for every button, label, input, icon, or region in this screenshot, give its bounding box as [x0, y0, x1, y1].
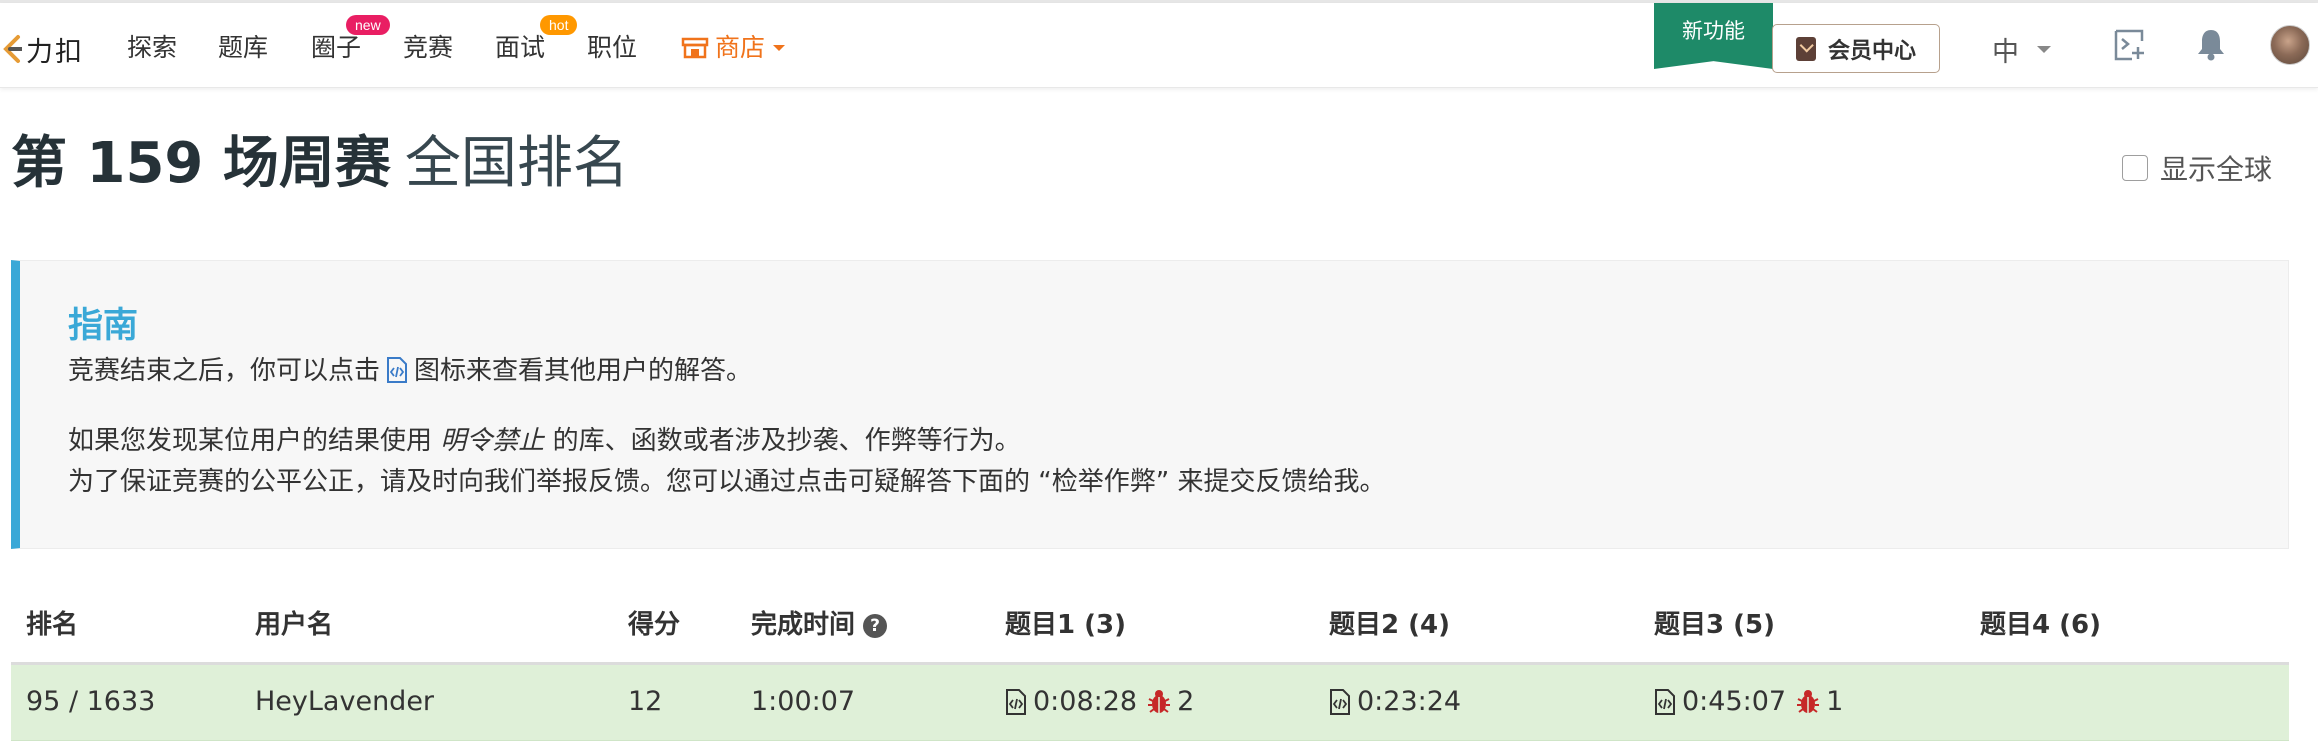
username-cell[interactable]: HeyLavender — [255, 683, 434, 721]
guide-line-1: 竞赛结束之后，你可以点击 图标来查看其他用户的解答。 — [68, 353, 752, 393]
page-title: 第 159 场周赛 全国排名 — [11, 128, 629, 200]
header-finish-time: 完成时间? — [751, 607, 888, 643]
q2-cell[interactable]: 0:23:24 — [1329, 683, 1461, 721]
chevron-down-icon — [2037, 46, 2051, 53]
guide-line-2: 如果您发现某位用户的结果使用 明令禁止 的库、函数或者涉及抄袭、作弊等行为。 — [68, 423, 1021, 459]
code-file-icon[interactable] — [1329, 689, 1351, 715]
q3-cell[interactable]: 0:45:07 1 — [1654, 683, 1843, 721]
score-cell: 12 — [628, 686, 663, 717]
nav-jobs[interactable]: 职位 — [587, 31, 637, 65]
guide-line-1-end: 图标来查看其他用户的解答。 — [414, 356, 753, 386]
guide-line-3: 为了保证竞赛的公平公正，请及时向我们举报反馈。您可以通过点击可疑解答下面的 “检… — [68, 467, 1386, 497]
chevron-down-icon — [773, 45, 786, 51]
store-label: 商店 — [715, 33, 766, 62]
checkbox-icon[interactable] — [2122, 155, 2148, 181]
new-badge: new — [346, 15, 390, 35]
crown-icon — [1795, 36, 1816, 61]
header-q3: 题目3 (5) — [1654, 610, 1775, 640]
guide-panel: 指南 竞赛结束之后，你可以点击 图标来查看其他用户的解答。 如果您发现某位用户的结… — [11, 260, 2289, 549]
header-finish-time-label: 完成时间 — [751, 610, 856, 640]
guide-line-2-end: 的库、函数或者涉及抄袭、作弊等行为。 — [552, 426, 1021, 456]
rank-cell: 95 / 1633 — [26, 686, 156, 717]
header-score: 得分 — [628, 610, 681, 640]
member-center-button[interactable]: 会员中心 — [1772, 24, 1940, 73]
guide-line-2-emphasis: 明令禁止 — [440, 426, 545, 456]
finish-time-cell: 1:00:07 — [751, 686, 856, 717]
q2-time: 0:23:24 — [1357, 686, 1462, 717]
nav-explore[interactable]: 探索 — [127, 31, 177, 65]
global-toggle-label: 显示全球 — [2160, 153, 2273, 186]
bug-icon — [1148, 690, 1171, 713]
code-file-icon[interactable] — [1005, 689, 1027, 715]
logo[interactable]: 力扣 — [0, 31, 84, 68]
header-username: 用户名 — [255, 610, 334, 640]
notifications-button[interactable] — [2196, 27, 2226, 65]
help-icon[interactable]: ? — [863, 614, 888, 638]
nav-contest[interactable]: 竞赛 — [403, 31, 453, 65]
nav-circle[interactable]: 圈子 — [311, 31, 361, 65]
store-icon — [681, 37, 709, 59]
q3-time: 0:45:07 — [1682, 686, 1787, 717]
logo-text: 力扣 — [26, 36, 84, 68]
nav-interview[interactable]: 面试 — [495, 31, 545, 65]
header-q2: 题目2 (4) — [1329, 610, 1450, 640]
language-select[interactable]: 中 — [1992, 30, 2051, 69]
hot-badge: hot — [540, 15, 578, 35]
new-feature-ribbon[interactable]: 新功能 — [1654, 3, 1773, 69]
nav-problems[interactable]: 题库 — [218, 31, 268, 65]
code-file-icon[interactable] — [1654, 689, 1676, 715]
navbar: 力扣 探索 题库 圈子 new 竞赛 面试 hot 职位 商店 新功能 会员中心… — [0, 3, 2318, 88]
header-rank: 排名 — [26, 610, 79, 640]
code-file-icon — [386, 357, 408, 393]
playground-icon — [2114, 29, 2144, 61]
nav-store[interactable]: 商店 — [681, 31, 786, 65]
leetcode-logo-icon — [3, 35, 22, 63]
q1-bug-count: 2 — [1177, 686, 1195, 717]
bug-icon — [1797, 690, 1820, 713]
ranking-scope: 全国排名 — [404, 131, 629, 196]
header-q1: 题目1 (3) — [1005, 610, 1126, 640]
contest-title: 第 159 场周赛 — [11, 131, 391, 196]
table-header: 排名 用户名 得分 完成时间? 题目1 (3) 题目2 (4) 题目3 (5) … — [11, 595, 2289, 665]
q1-cell[interactable]: 0:08:28 2 — [1005, 683, 1194, 721]
guide-heading: 指南 — [68, 306, 139, 346]
member-center-label: 会员中心 — [1827, 38, 1916, 64]
global-toggle[interactable]: 显示全球 — [2122, 148, 2272, 188]
guide-line-2-start: 如果您发现某位用户的结果使用 — [68, 426, 433, 456]
bell-icon — [2198, 30, 2224, 61]
header-q4: 题目4 (6) — [1980, 610, 2101, 640]
q1-time: 0:08:28 — [1033, 686, 1138, 717]
avatar[interactable] — [2270, 25, 2310, 65]
language-label: 中 — [1992, 37, 2019, 68]
guide-line-1-start: 竞赛结束之后，你可以点击 — [68, 356, 381, 386]
q3-bug-count: 1 — [1826, 686, 1844, 717]
table-row: 95 / 1633 HeyLavender 12 1:00:07 0:08:28… — [11, 665, 2289, 741]
playground-button[interactable] — [2110, 27, 2150, 67]
